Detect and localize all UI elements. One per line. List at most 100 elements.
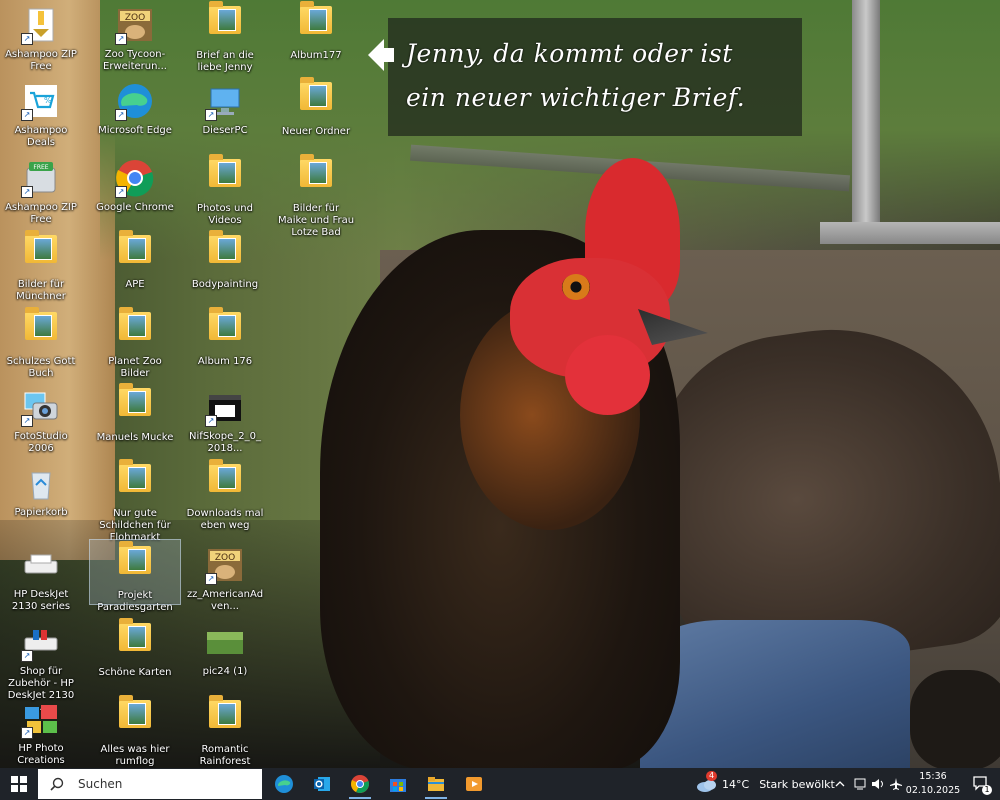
taskbar-clock[interactable]: 15:36 02.10.2025 (905, 770, 961, 798)
desktop-icon-label: Photos und Videos (197, 203, 253, 226)
desktop-icon[interactable]: ZOO ↗ Zoo Tycoon-Erweiterun... (94, 0, 176, 73)
desktop-icon[interactable]: Planet Zoo Bilder (94, 306, 176, 380)
desktop-icon[interactable]: Alles was hier rumflog (94, 694, 176, 768)
desktop-icon[interactable]: ↗ Microsoft Edge (94, 76, 176, 137)
desktop-icon[interactable]: Schulzes Gott Buch (0, 306, 82, 380)
folder-icon (115, 307, 155, 352)
hp-photo-creations-icon: ↗ (21, 699, 61, 739)
desktop-icon-label: Bodypainting (191, 279, 259, 290)
folder-icon (205, 695, 245, 740)
chrome-icon: ↗ (115, 158, 155, 198)
svg-text:ZOO: ZOO (215, 553, 235, 563)
desktop-icon[interactable]: pic24 (1) (184, 617, 266, 678)
shortcut-arrow-icon: ↗ (21, 415, 33, 427)
desktop-icon[interactable]: HP DeskJet 2130 series (0, 540, 82, 613)
desktop-icon[interactable]: Schöne Karten (94, 617, 176, 679)
desktop-icon[interactable]: Romantic Rainforest (184, 694, 266, 768)
folder-icon (296, 77, 336, 122)
folder-icon (21, 307, 61, 352)
tray-meet-now[interactable] (851, 768, 869, 800)
image-thumbnail-icon (205, 622, 245, 662)
desktop-icon[interactable]: APE (94, 229, 176, 291)
tray-network[interactable] (887, 768, 905, 800)
shortcut-arrow-icon: ↗ (21, 727, 33, 739)
folder-icon (115, 695, 155, 740)
taskbar-edge[interactable] (265, 768, 303, 800)
desktop-icon[interactable]: Nur gute Schildchen für Flohmarkt (94, 458, 176, 544)
zoo-tycoon-icon: ZOO ↗ (205, 545, 245, 585)
folder-icon (296, 1, 336, 46)
desktop-icon-label: HP DeskJet 2130 series (11, 589, 71, 612)
zip-archive-icon: ↗ (21, 5, 61, 45)
desktop-icon[interactable]: FREE ↗ Ashampoo ZIP Free (0, 153, 82, 226)
desktop-icon[interactable]: Brief an die liebe Jenny (184, 0, 266, 74)
desktop-icon[interactable]: Photos und Videos (184, 153, 266, 227)
desktop-icon[interactable]: Album177 (275, 0, 357, 62)
desktop-icon[interactable]: Manuels Mucke (94, 382, 176, 444)
desktop-icon-label: Manuels Mucke (96, 432, 174, 443)
shortcut-arrow-icon: ↗ (21, 33, 33, 45)
desktop-icon-label: DieserPC (202, 125, 248, 136)
desktop-icon-label: Ashampoo ZIP Free (5, 49, 77, 72)
store-icon (390, 779, 406, 792)
desktop-icon[interactable]: Bodypainting (184, 229, 266, 291)
device-icon (854, 778, 866, 790)
taskbar-media-player[interactable] (455, 768, 493, 800)
tray-volume[interactable] (869, 768, 887, 800)
wallpaper-hen-eye (562, 274, 590, 300)
desktop-icon-label: Romantic Rainforest (199, 744, 251, 767)
desktop-icon[interactable]: Album 176 (184, 306, 266, 368)
note-line-2: ein neuer wichtiger Brief. (406, 83, 746, 112)
chrome-icon (351, 775, 369, 793)
printer-icon (21, 545, 61, 585)
desktop-icon[interactable]: Papierkorb (0, 458, 82, 519)
desktop-icon[interactable]: Bilder für Maike und Frau Lotze Bad (275, 153, 357, 239)
desktop-icon[interactable]: ↗ Ashampoo ZIP Free (0, 0, 82, 73)
wallpaper-hen-wattle (565, 335, 650, 415)
shortcut-arrow-icon: ↗ (21, 109, 33, 121)
desktop-icon-label: FotoStudio 2006 (14, 431, 68, 454)
desktop-icon-label: Alles was hier rumflog (100, 744, 170, 767)
desktop-icon[interactable]: Neuer Ordner (275, 76, 357, 138)
desktop-note: Jenny, da kommt oder ist ein neuer wicht… (368, 18, 802, 136)
airplane-mode-icon (890, 778, 902, 790)
folder-icon (115, 459, 155, 504)
show-hidden-icons-button[interactable] (832, 768, 848, 800)
folder-icon (205, 307, 245, 352)
desktop-icon[interactable]: ↗ FotoStudio 2006 (0, 382, 82, 455)
desktop-icon-label: Schulzes Gott Buch (6, 356, 76, 379)
desktop-icon[interactable]: % ↗ Ashampoo Deals (0, 76, 82, 149)
taskbar-outlook[interactable] (303, 768, 341, 800)
folder-icon (21, 230, 61, 275)
start-button[interactable] (0, 768, 38, 800)
notification-center-button[interactable]: 1 (962, 768, 1000, 800)
taskbar: Suchen 4 14°C Stark bewölkt 15:36 02.10.… (0, 768, 1000, 800)
desktop-icon[interactable]: Bilder für Münchner (0, 229, 82, 303)
desktop-icon-label: NifSkope_2_0_2018... (189, 431, 261, 454)
desktop-icon-label: Google Chrome (96, 202, 174, 213)
desktop-icon[interactable]: Projekt Paradiesgarten (89, 539, 181, 613)
taskbar-chrome[interactable] (341, 768, 379, 800)
desktop-icon[interactable]: ZOO ↗ zz_AmericanAdven... (184, 540, 266, 613)
note-line-1: Jenny, da kommt oder ist (406, 39, 733, 68)
media-player-icon (466, 777, 482, 791)
taskbar-weather-widget[interactable]: 4 14°C Stark bewölkt (696, 768, 835, 800)
taskbar-store[interactable] (379, 768, 417, 800)
desktop-icon[interactable]: ↗ NifSkope_2_0_2018... (184, 382, 266, 455)
folder-icon (115, 618, 155, 663)
folder-icon (205, 459, 245, 504)
weather-description: Stark bewölkt (759, 777, 835, 791)
taskbar-file-explorer[interactable] (417, 768, 455, 800)
desktop[interactable]: Jenny, da kommt oder ist ein neuer wicht… (0, 0, 1000, 768)
taskbar-search-box[interactable]: Suchen (38, 769, 262, 799)
desktop-icon[interactable]: ↗ DieserPC (184, 76, 266, 137)
svg-text:%: % (44, 96, 52, 105)
desktop-icon-label: Album177 (290, 50, 342, 61)
folder-icon (296, 154, 336, 199)
desktop-icon-label: Schöne Karten (98, 667, 172, 678)
camera-app-icon: ↗ (21, 387, 61, 427)
this-pc-icon: ↗ (205, 81, 245, 121)
desktop-icon[interactable]: Downloads mal eben weg (184, 458, 266, 532)
desktop-icon[interactable]: ↗ HP Photo Creations (0, 694, 82, 767)
desktop-icon[interactable]: ↗ Google Chrome (94, 153, 176, 214)
